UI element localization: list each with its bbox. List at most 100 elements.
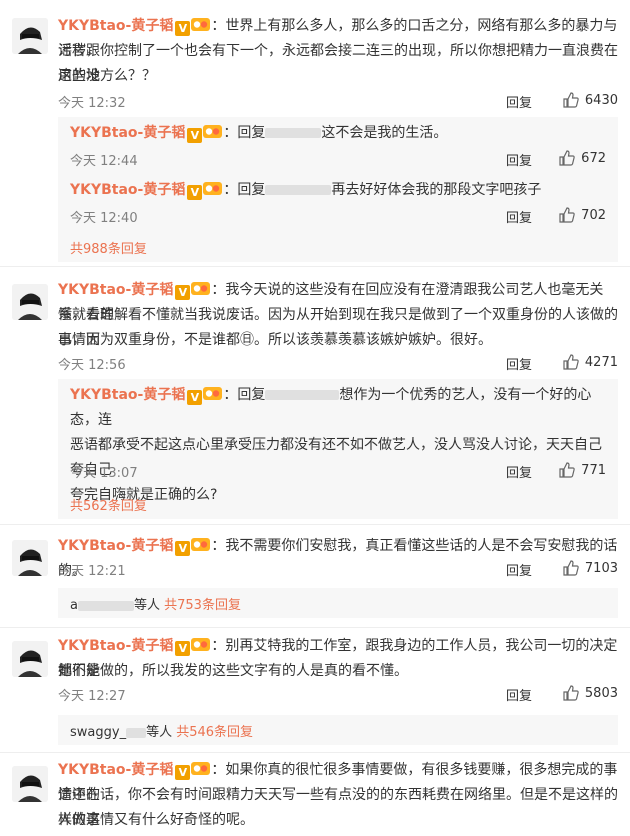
like-button[interactable]: 7103 bbox=[563, 560, 618, 576]
redacted-mention bbox=[126, 727, 147, 738]
comment-item: YKYBtao-黄子韬 V ：我不需要你们安慰我，真正看懂这些话的人是不会写安慰我的… bbox=[0, 524, 630, 626]
like-count: 6430 bbox=[584, 92, 618, 108]
reply-username[interactable]: YKYBtao-黄子韬 bbox=[70, 182, 185, 198]
username[interactable]: YKYBtao-黄子韬 bbox=[58, 762, 173, 778]
comment-item: YKYBtao-黄子韬 V ：世界上有那么多人，那么多的口舌之分，网络有那么多的暴力… bbox=[0, 0, 630, 262]
comment-item: YKYBtao-黄子韬 V ：别再艾特我的工作室，跟我身边的工作人员，我公司一切的决… bbox=[0, 627, 630, 755]
avatar[interactable] bbox=[12, 18, 48, 54]
like-count: 5803 bbox=[584, 685, 618, 701]
reply-summary: swaggy_ 等人 共546条回复 bbox=[58, 715, 618, 745]
like-button[interactable]: 4271 bbox=[563, 354, 618, 370]
username[interactable]: YKYBtao-黄子韬 bbox=[58, 282, 173, 298]
username[interactable]: YKYBtao-黄子韬 bbox=[58, 18, 173, 34]
verified-v-icon: V bbox=[187, 390, 203, 405]
timestamp: 今天 12:56 bbox=[58, 358, 126, 373]
comment-text-line-2: 她们能做的，所以我发的这些文字有的人是真的看不懂。 bbox=[58, 663, 408, 679]
thumbs-up-icon bbox=[559, 462, 575, 478]
username[interactable]: YKYBtao-黄子韬 bbox=[58, 638, 173, 654]
verified-v-icon: V bbox=[175, 765, 191, 780]
timestamp: 今天 12:27 bbox=[58, 689, 126, 704]
timestamp: 今天 12:40 bbox=[70, 211, 138, 226]
reply-button[interactable]: 回复 bbox=[506, 560, 532, 579]
reply-text: 再去好好体会我的那段文字吧孩子 bbox=[331, 182, 542, 198]
fan-badge-icon bbox=[191, 761, 211, 776]
like-button[interactable]: 6430 bbox=[563, 92, 618, 108]
verified-v-icon: V bbox=[175, 541, 191, 556]
reply-button[interactable]: 回复 bbox=[506, 462, 532, 481]
reply-text: 这不会是我的生活。 bbox=[321, 125, 448, 141]
reply-prefix: ：回复 bbox=[223, 182, 266, 198]
avatar[interactable] bbox=[12, 641, 48, 677]
like-count: 672 bbox=[581, 150, 606, 166]
reply-button[interactable]: 回复 bbox=[506, 150, 532, 169]
verified-v-icon: V bbox=[175, 21, 191, 36]
thumbs-up-icon bbox=[563, 560, 579, 576]
thumbs-up-icon bbox=[563, 92, 579, 108]
reply-box: YKYBtao-黄子韬 V ：回复 这不会是我的生活。 今天 12:44 回复 672… bbox=[58, 117, 618, 262]
more-replies-link[interactable]: 共753条回复 bbox=[164, 598, 241, 613]
like-button[interactable]: 672 bbox=[559, 150, 606, 166]
verified-v-icon: V bbox=[175, 285, 191, 300]
comment-text-line-3: 样的事情又有什么好奇怪的呢。 bbox=[58, 812, 254, 828]
avatar[interactable] bbox=[12, 766, 48, 802]
thumbs-up-icon bbox=[559, 207, 575, 223]
username[interactable]: YKYBtao-黄子韬 bbox=[58, 538, 173, 554]
summary-prefix: 等人 bbox=[146, 725, 173, 740]
comment-item: YKYBtao-黄子韬 V ：如果你真的很忙很多事情要做，有很多钱要赚，很多想完成的… bbox=[0, 752, 630, 836]
verified-v-icon: V bbox=[175, 641, 191, 656]
timestamp: 今天 13:07 bbox=[70, 466, 138, 481]
thumbs-up-icon bbox=[563, 354, 579, 370]
reply-button[interactable]: 回复 bbox=[506, 685, 532, 704]
timestamp: 今天 12:44 bbox=[70, 154, 138, 169]
like-count: 4271 bbox=[584, 354, 618, 370]
like-count: 771 bbox=[581, 462, 606, 478]
summary-prefix: 等人 bbox=[133, 598, 160, 613]
reply-item: YKYBtao-黄子韬 V ：回复 这不会是我的生活。 今天 12:44 回复 672 bbox=[70, 121, 606, 169]
reply-prefix: ：回复 bbox=[223, 387, 266, 403]
more-replies-link[interactable]: 共988条回复 bbox=[70, 238, 147, 257]
avatar[interactable] bbox=[12, 540, 48, 576]
fan-badge-icon bbox=[203, 181, 223, 196]
like-button[interactable]: 5803 bbox=[563, 685, 618, 701]
redacted-mention bbox=[265, 185, 332, 195]
fan-badge-icon bbox=[203, 124, 223, 139]
reply-username[interactable]: YKYBtao-黄子韬 bbox=[70, 125, 185, 141]
thumbs-up-icon bbox=[563, 685, 579, 701]
like-button[interactable]: 771 bbox=[559, 462, 606, 478]
comment-text-line-3: 已，因为双重身份，不是谁都㊐。所以该羡慕羡慕该嫉妒嫉妒。很好。 bbox=[58, 332, 492, 348]
fan-badge-icon bbox=[203, 386, 223, 401]
comment-feed: YKYBtao-黄子韬 V ：世界上有那么多人，那么多的口舌之分，网络有那么多的暴力… bbox=[0, 0, 630, 836]
like-button[interactable]: 702 bbox=[559, 207, 606, 223]
more-replies-link[interactable]: 共546条回复 bbox=[176, 725, 253, 740]
reply-button[interactable]: 回复 bbox=[506, 92, 532, 111]
verified-v-icon: V bbox=[187, 128, 203, 143]
reply-item: YKYBtao-黄子韬 V ：回复 再去好好体会我的那段文字吧孩子 今天 12:40 … bbox=[70, 178, 606, 226]
redacted-mention bbox=[265, 128, 322, 138]
reply-text-line-3: 夸完自嗨就是正确的么? bbox=[70, 487, 218, 503]
fan-badge-icon bbox=[191, 537, 211, 552]
fan-badge-icon bbox=[191, 17, 211, 32]
redacted-mention bbox=[265, 390, 340, 400]
redacted-mention bbox=[77, 600, 134, 611]
timestamp: 今天 12:21 bbox=[58, 564, 126, 579]
like-count: 7103 bbox=[584, 560, 618, 576]
like-count: 702 bbox=[581, 207, 606, 223]
fan-badge-icon bbox=[191, 281, 211, 296]
reply-box: YKYBtao-黄子韬 V ：回复 想作为一个优秀的艺人，没有一个好的心态，连 恶语都… bbox=[58, 379, 618, 519]
comment-text-line-3: 用的地方么？？ bbox=[58, 68, 156, 84]
summary-user[interactable]: a bbox=[70, 598, 78, 613]
more-replies-link[interactable]: 共562条回复 bbox=[70, 495, 147, 514]
comment-item: YKYBtao-黄子韬 V ：我今天说的这些没有在回应没有在澄清跟我公司艺人也毫无关… bbox=[0, 266, 630, 526]
reply-summary: a 等人 共753条回复 bbox=[58, 588, 618, 618]
timestamp: 今天 12:32 bbox=[58, 96, 126, 111]
thumbs-up-icon bbox=[559, 150, 575, 166]
summary-user[interactable]: swaggy_ bbox=[70, 725, 126, 740]
avatar[interactable] bbox=[12, 284, 48, 320]
fan-badge-icon bbox=[191, 637, 211, 652]
reply-username[interactable]: YKYBtao-黄子韬 bbox=[70, 387, 185, 403]
reply-prefix: ：回复 bbox=[223, 125, 266, 141]
reply-button[interactable]: 回复 bbox=[506, 207, 532, 226]
verified-v-icon: V bbox=[187, 185, 203, 200]
reply-item: YKYBtao-黄子韬 V ：回复 想作为一个优秀的艺人，没有一个好的心态，连 恶语都… bbox=[70, 383, 606, 508]
reply-button[interactable]: 回复 bbox=[506, 354, 532, 373]
